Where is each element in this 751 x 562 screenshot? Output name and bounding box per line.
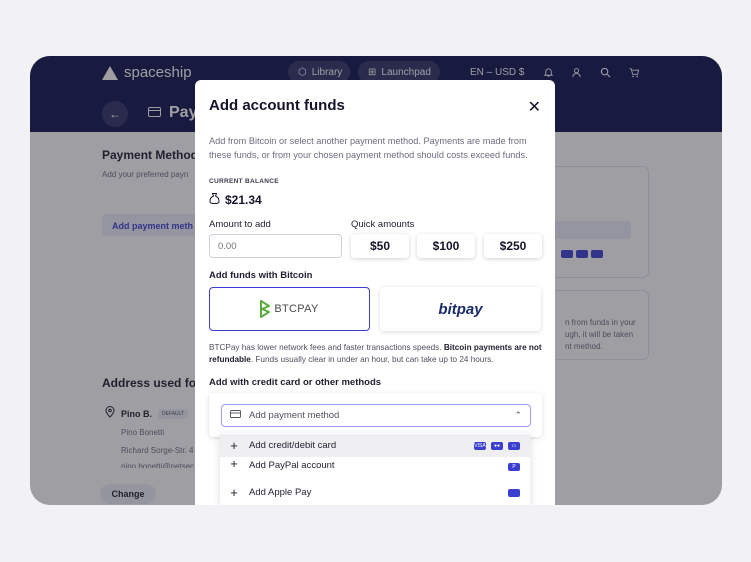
bitcoin-label: Add funds with Bitcoin: [209, 270, 313, 281]
balance-label: CURRENT BALANCE: [209, 178, 279, 185]
paypal-badge: P: [508, 463, 520, 471]
dropdown-placeholder: Add payment method: [249, 410, 340, 421]
chevron-up-icon: ⌃: [514, 410, 522, 420]
menu-item-paypal[interactable]: + Add PayPal account P: [220, 461, 530, 471]
modal-description: Add from Bitcoin or select another payme…: [209, 136, 528, 160]
plus-icon: +: [230, 485, 238, 500]
amount-input[interactable]: [209, 234, 342, 258]
menu-item-label: Add Apple Pay: [249, 487, 312, 498]
apple-pay-badge: [508, 488, 520, 497]
quick-amount-50-button[interactable]: $50: [351, 234, 409, 258]
mastercard-icon: ●●: [491, 441, 503, 450]
note-start: BTCPay has lower network fees and faster…: [209, 343, 444, 352]
plus-icon: +: [230, 461, 238, 471]
balance-value: $21.34: [225, 192, 262, 207]
balance-row: $21.34: [209, 192, 262, 207]
menu-item-label: Add credit/debit card: [249, 440, 337, 451]
quick-amounts-label: Quick amounts: [351, 219, 415, 230]
plus-icon: +: [230, 438, 238, 453]
close-icon[interactable]: ✕: [528, 100, 541, 116]
menu-item-credit-card[interactable]: + Add credit/debit card VISA ●● ▭: [220, 434, 530, 457]
note-end: . Funds usually clear in under an hour, …: [250, 355, 494, 364]
btcpay-logo: BTCPAY: [260, 300, 318, 318]
other-methods-label: Add with credit card or other methods: [209, 377, 382, 388]
btcpay-option[interactable]: BTCPAY: [209, 287, 370, 331]
menu-item-apple-pay[interactable]: + Add Apple Pay: [220, 481, 530, 504]
card-brand-icons: VISA ●● ▭: [474, 441, 520, 450]
paypal-icon: P: [508, 463, 520, 471]
visa-icon: VISA: [474, 441, 486, 450]
card-icon: [230, 410, 241, 421]
money-bag-icon: [209, 192, 220, 207]
payment-method-menu: + Add credit/debit card VISA ●● ▭ + Add …: [220, 433, 530, 505]
btcpay-icon: [260, 300, 271, 318]
bitpay-logo: bitpay: [438, 300, 483, 318]
add-funds-modal: Add account funds ✕ Add from Bitcoin or …: [195, 80, 555, 505]
amount-label: Amount to add: [209, 219, 271, 230]
quick-amount-100-button[interactable]: $100: [417, 234, 475, 258]
bitcoin-note: BTCPay has lower network fees and faster…: [209, 342, 544, 366]
menu-item-label: Add PayPal account: [249, 461, 335, 471]
apple-icon: [508, 488, 520, 497]
amex-icon: ▭: [508, 441, 520, 450]
bitpay-option[interactable]: bitpay: [380, 287, 541, 331]
btcpay-text: BTCPAY: [274, 303, 319, 315]
modal-title: Add account funds: [209, 97, 345, 114]
quick-amount-250-button[interactable]: $250: [484, 234, 542, 258]
payment-method-dropdown[interactable]: Add payment method ⌃: [221, 404, 531, 427]
